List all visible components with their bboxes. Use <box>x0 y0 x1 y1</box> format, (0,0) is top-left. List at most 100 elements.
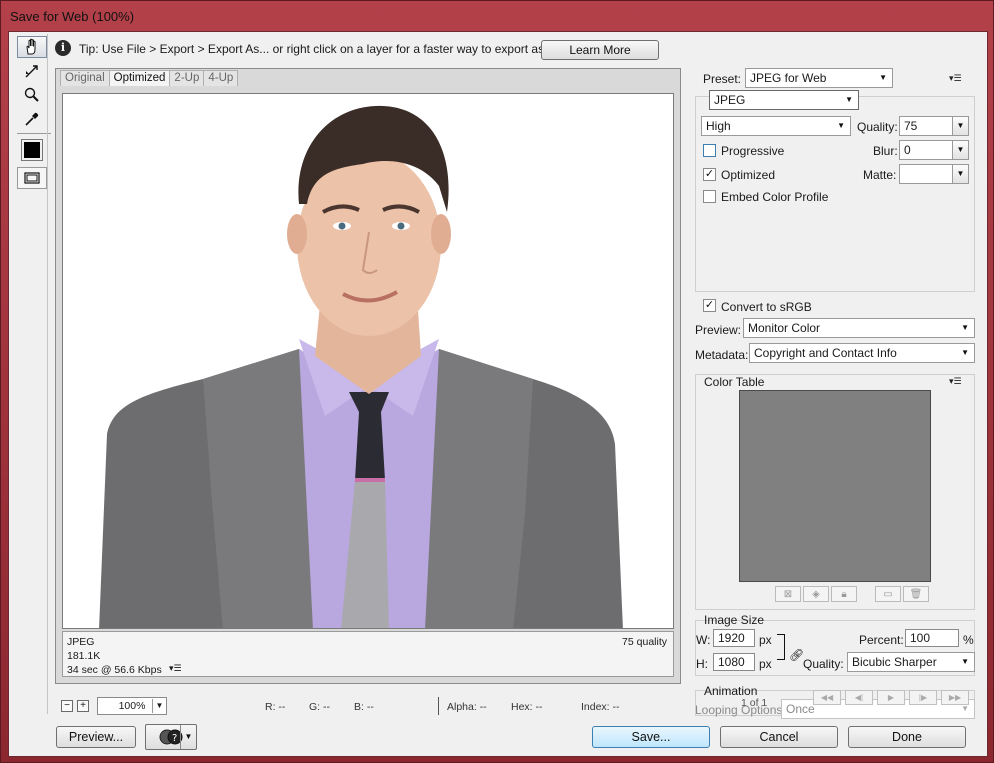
looping-options-value: Once <box>786 702 815 716</box>
preview-label: Preview: <box>695 323 742 337</box>
map-transparent-icon[interactable]: ⊠ <box>775 586 801 602</box>
cancel-button[interactable]: Cancel <box>720 726 838 748</box>
chevron-down-icon: ▼ <box>845 95 853 104</box>
height-unit: px <box>759 657 772 671</box>
chevron-down-icon: ▼ <box>837 121 845 130</box>
optimize-menu-icon[interactable]: ▾☰ <box>949 73 962 84</box>
zoom-out-button[interactable]: − <box>61 700 73 712</box>
preview-in-browser-button[interactable]: Preview... <box>56 726 136 748</box>
red-readout: R: -- <box>265 701 286 713</box>
slice-select-icon <box>25 65 38 78</box>
percent-input[interactable]: 100 <box>905 629 959 647</box>
blur-input[interactable]: 0 ▼ <box>899 140 969 160</box>
chevron-down-icon: ▼ <box>961 348 969 357</box>
slice-select-tool-button[interactable] <box>17 60 47 82</box>
svg-text:?: ? <box>172 733 177 744</box>
preset-select[interactable]: JPEG for Web ▼ <box>745 68 893 88</box>
preset-label: Preset: <box>703 72 742 86</box>
tip-text: Tip: Use File > Export > Export As... or… <box>79 42 567 56</box>
preset-value: JPEG for Web <box>750 71 827 85</box>
height-label: H: <box>696 657 708 671</box>
new-color-icon[interactable]: ▭ <box>875 586 901 602</box>
download-speed-menu-icon[interactable]: ▾☰ <box>169 663 182 674</box>
compression-quality-value: High <box>706 119 731 133</box>
percent-label: Percent: <box>859 633 904 647</box>
status-bar: − + 100% ▼ R: -- G: -- B: -- Alpha: -- H… <box>55 696 681 718</box>
eyedropper-tool-button[interactable] <box>17 108 47 130</box>
chevron-down-icon: ▼ <box>952 141 968 159</box>
status-separator <box>438 697 439 715</box>
lock-color-icon[interactable]: 🔒︎ <box>831 586 857 602</box>
view-tabs: Original Optimized 2-Up 4-Up <box>60 70 239 88</box>
preview-file-size: 181.1K <box>67 650 101 662</box>
learn-more-button[interactable]: Learn More <box>541 40 659 60</box>
tab-original[interactable]: Original <box>60 70 110 86</box>
animation-title: Animation <box>704 684 758 698</box>
matte-select[interactable]: ▼ <box>899 164 969 184</box>
optimized-checkbox[interactable]: ✓ <box>703 168 716 181</box>
percent-unit: % <box>963 633 974 647</box>
width-input[interactable]: 1920 <box>713 629 755 647</box>
chevron-down-icon: ▼ <box>152 699 166 713</box>
index-readout: Index: -- <box>581 701 620 713</box>
play-button[interactable]: ▶ <box>877 690 905 705</box>
web-snap-icon[interactable]: ◈ <box>803 586 829 602</box>
zoom-level-select[interactable]: 100% ▼ <box>97 697 167 715</box>
color-table-title: Color Table <box>704 375 765 389</box>
preview-frame: Original Optimized 2-Up 4-Up JPEG 181.1K… <box>55 68 681 684</box>
dialog-client-area: i Tip: Use File > Export > Export As... … <box>8 31 988 757</box>
preview-color-value: Monitor Color <box>748 321 821 335</box>
tab-2-up[interactable]: 2-Up <box>169 70 205 86</box>
height-input[interactable]: 1080 <box>713 653 755 671</box>
eyedropper-color-swatch[interactable] <box>21 139 43 161</box>
zoom-tool-button[interactable] <box>17 84 47 106</box>
tools-divider <box>47 34 48 714</box>
metadata-select[interactable]: Copyright and Contact Info ▼ <box>749 343 975 363</box>
blue-readout: B: -- <box>354 701 374 713</box>
resample-quality-select[interactable]: Bicubic Sharper ▼ <box>847 652 975 672</box>
first-frame-button[interactable]: ◀◀ <box>813 690 841 705</box>
info-icon: i <box>55 40 71 56</box>
file-format-select[interactable]: JPEG ▼ <box>709 90 859 110</box>
link-icon[interactable]: 🔗︎ <box>789 648 804 662</box>
title-bar[interactable]: Save for Web (100%) <box>1 1 994 31</box>
hand-icon <box>26 38 36 55</box>
previous-frame-button[interactable]: ◀| <box>845 690 873 705</box>
quality-input[interactable]: 75 ▼ <box>899 116 969 136</box>
embed-color-profile-checkbox[interactable] <box>703 190 716 203</box>
image-preview-canvas[interactable] <box>62 93 674 629</box>
color-table-swatches[interactable] <box>739 390 931 582</box>
color-table-menu-icon[interactable]: ▾☰ <box>949 376 962 387</box>
width-unit: px <box>759 633 772 647</box>
zoom-in-button[interactable]: + <box>77 700 89 712</box>
tools-separator <box>17 133 51 134</box>
chevron-down-icon: ▼ <box>952 117 968 135</box>
tab-optimized[interactable]: Optimized <box>108 70 171 86</box>
save-button[interactable]: Save... <box>592 726 710 748</box>
progressive-checkbox[interactable] <box>703 144 716 157</box>
blur-value: 0 <box>904 143 911 157</box>
done-button[interactable]: Done <box>848 726 966 748</box>
progressive-label: Progressive <box>721 144 785 158</box>
metadata-label: Metadata: <box>695 348 749 362</box>
portrait-image <box>99 105 623 628</box>
quality-label: Quality: <box>857 120 898 134</box>
last-frame-button[interactable]: ▶▶ <box>941 690 969 705</box>
slices-icon <box>24 172 40 184</box>
window-title: Save for Web (100%) <box>10 9 135 24</box>
next-frame-button[interactable]: |▶ <box>909 690 937 705</box>
compression-quality-select[interactable]: High ▼ <box>701 116 851 136</box>
tab-4-up[interactable]: 4-Up <box>203 70 239 86</box>
chevron-down-icon: ▼ <box>879 73 887 82</box>
convert-srgb-checkbox[interactable]: ✓ <box>703 299 716 312</box>
optimized-label: Optimized <box>721 168 776 182</box>
preview-color-select[interactable]: Monitor Color ▼ <box>743 318 975 338</box>
zoom-level-value: 100% <box>118 700 146 712</box>
hand-tool-button[interactable] <box>17 36 47 58</box>
toggle-slices-button[interactable] <box>17 167 47 189</box>
preview-format: JPEG <box>67 636 95 648</box>
convert-srgb-label: Convert to sRGB <box>721 300 812 314</box>
trash-icon[interactable]: 🗑︎ <box>903 586 929 602</box>
browser-select-button[interactable]: ? ▼ <box>145 724 197 750</box>
preview-download-time: 34 sec @ 56.6 Kbps <box>67 664 162 676</box>
